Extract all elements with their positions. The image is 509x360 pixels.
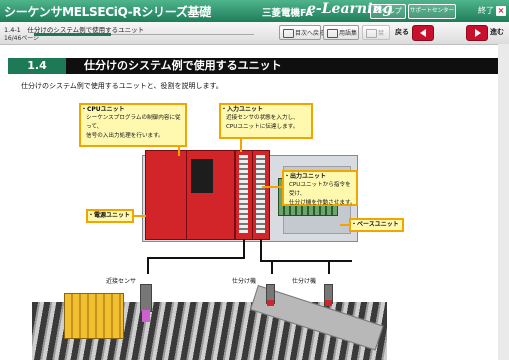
support-label: サポートセンター xyxy=(409,8,454,14)
callout-label: ・電源ユニット xyxy=(88,212,131,219)
brand-name: 三菱電機FA xyxy=(262,8,313,19)
progress-fill xyxy=(34,33,111,36)
proximity-sensor-label: 近接センサ xyxy=(106,278,137,285)
sorter-label: 仕分け機 xyxy=(232,278,257,285)
callout-leader xyxy=(134,215,146,217)
power-unit-callout: ・電源ユニット xyxy=(86,209,134,223)
crate-image xyxy=(64,293,124,339)
terminal-block xyxy=(239,155,248,233)
close-icon: × xyxy=(496,6,506,16)
callout-text: 近接センサの状態を入力し、 xyxy=(226,115,299,121)
cpu-display xyxy=(191,159,213,193)
wire xyxy=(147,257,149,274)
support-center-button[interactable]: サポートセンター xyxy=(408,4,456,19)
wire xyxy=(328,260,330,274)
power-supply-module xyxy=(145,150,187,240)
help-label: ヘルプ xyxy=(380,7,402,15)
book-icon xyxy=(327,29,338,38)
list-icon xyxy=(283,29,294,38)
bookmark-button[interactable]: 栞 xyxy=(362,25,390,40)
cpu-module xyxy=(186,150,235,240)
cpu-unit-callout: ・CPUユニット シーケンスプログラムの制御内容に従って、 信号の入出力処理を行… xyxy=(79,103,187,147)
wire xyxy=(271,260,273,274)
course-title: シーケンサMELSECiQ-Rシリーズ基礎 xyxy=(4,5,211,19)
terminal-block xyxy=(256,155,265,233)
glossary-label: 用語集 xyxy=(339,30,358,37)
input-module xyxy=(235,150,253,240)
base-unit-callout: ・ベースユニット xyxy=(349,218,404,232)
callout-text: CPUユニットから指令を受け、 xyxy=(289,182,351,197)
input-unit-callout: ・入力ユニット 近接センサの状態を入力し、 CPUユニットに伝達します。 xyxy=(219,103,313,139)
sorter-tip xyxy=(267,300,274,306)
wire xyxy=(260,239,262,261)
next-button[interactable] xyxy=(466,25,488,41)
intro-text: 仕分けのシステム例で使用するユニットと、役割を説明します。 xyxy=(21,82,223,90)
callout-text: シーケンスプログラムの制御内容に従って、 xyxy=(86,115,181,130)
callout-text: 仕分け機を作動させます。 xyxy=(289,200,356,206)
callout-leader xyxy=(262,186,282,188)
help-button[interactable]: ?ヘルプ xyxy=(370,4,406,19)
sensor-beam xyxy=(142,310,150,322)
section-number: 1.4 xyxy=(8,58,66,74)
next-label: 進む xyxy=(490,28,504,36)
callout-leader xyxy=(240,138,242,152)
callout-label: ・出力ユニット xyxy=(284,173,327,180)
callout-text: 信号の入出力処理を行います。 xyxy=(86,133,164,139)
right-scroll-area xyxy=(498,44,509,360)
section-title: 仕分けのシステム例で使用するユニット xyxy=(84,59,282,72)
navigation-bar: 1.4-1 仕分けのシステム例で使用するユニット 16/46ページ 目次へ戻る … xyxy=(0,22,509,45)
sorter-tip xyxy=(325,300,332,306)
toc-button[interactable]: 目次へ戻る xyxy=(279,25,325,40)
output-unit-callout: ・出力ユニット CPUユニットから指令を受け、 仕分け機を作動させます。 xyxy=(282,170,358,206)
arrow-right-icon xyxy=(475,29,481,37)
glossary-button[interactable]: 用語集 xyxy=(323,25,359,40)
callout-label: ・ベースユニット xyxy=(351,221,399,228)
back-label: 戻る xyxy=(395,28,409,36)
wire xyxy=(147,257,245,259)
bookmark-label: 栞 xyxy=(378,30,385,37)
exit-label: 終了 xyxy=(478,6,494,15)
arrow-left-icon xyxy=(420,29,426,37)
title-bar: シーケンサMELSECiQ-Rシリーズ基礎 三菱電機FA e-Learning … xyxy=(0,0,509,22)
toc-label: 目次へ戻る xyxy=(295,30,326,37)
callout-text: CPUユニットに伝達します。 xyxy=(226,124,299,130)
bookmark-icon xyxy=(366,29,377,38)
sorter-label: 仕分け機 xyxy=(292,278,317,285)
wire xyxy=(260,260,352,262)
back-button[interactable] xyxy=(412,25,434,41)
wire xyxy=(243,239,245,258)
output-module xyxy=(252,150,270,240)
exit-button[interactable]: 終了 × xyxy=(478,3,508,18)
callout-label: ・CPUユニット xyxy=(81,106,125,113)
callout-leader xyxy=(340,224,350,226)
proximity-sensor xyxy=(140,284,152,312)
callout-leader xyxy=(178,146,180,156)
help-icon: ? xyxy=(374,6,380,16)
callout-label: ・入力ユニット xyxy=(221,106,264,113)
progress-track xyxy=(34,33,254,36)
